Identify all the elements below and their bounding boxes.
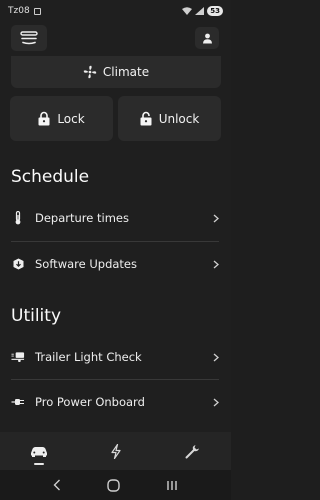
lock-icon <box>38 111 50 126</box>
utility-heading: Utility <box>11 306 62 326</box>
layers-icon <box>20 31 38 45</box>
departure-times-row[interactable]: Departure times <box>11 196 219 240</box>
system-nav-bar <box>0 470 231 500</box>
software-updates-label: Software Updates <box>35 257 137 271</box>
pro-power-onboard-row[interactable]: Pro Power Onboard <box>11 380 219 424</box>
unlock-button[interactable]: Unlock <box>118 96 221 141</box>
home-icon[interactable] <box>107 478 120 492</box>
chevron-right-icon <box>213 260 219 269</box>
lock-label: Lock <box>57 111 85 126</box>
lock-button[interactable]: Lock <box>10 96 113 141</box>
profile-button[interactable] <box>195 27 219 49</box>
service-tab[interactable] <box>154 432 231 470</box>
status-time: Tz08 <box>8 6 30 16</box>
schedule-heading: Schedule <box>11 167 90 187</box>
status-right: 53 <box>182 6 223 16</box>
app-screen: Tz08 53 Climate Lock Unlock Schedule Dep… <box>0 0 231 500</box>
fan-icon <box>83 65 97 79</box>
chevron-right-icon <box>213 398 219 407</box>
wrench-icon <box>185 444 199 458</box>
back-icon[interactable] <box>53 479 61 491</box>
climate-button[interactable]: Climate <box>11 56 221 88</box>
software-updates-row[interactable]: Software Updates <box>11 242 219 286</box>
active-tab-indicator <box>34 463 44 465</box>
climate-label: Climate <box>102 65 150 79</box>
chevron-right-icon <box>213 214 219 223</box>
wifi-icon <box>182 7 193 15</box>
status-bar: Tz08 53 <box>0 0 231 22</box>
signal-icon <box>195 7 205 15</box>
chevron-right-icon <box>213 353 219 362</box>
unlock-icon <box>140 111 152 126</box>
trailer-light-check-label: Trailer Light Check <box>35 350 142 364</box>
person-icon <box>202 33 212 43</box>
departure-times-label: Departure times <box>35 211 129 225</box>
recents-icon[interactable] <box>166 480 178 491</box>
shield-update-icon <box>11 257 25 271</box>
vehicle-menu-button[interactable] <box>11 25 47 51</box>
unlock-label: Unlock <box>158 111 200 126</box>
battery-badge: 53 <box>207 6 223 16</box>
trailer-light-check-row[interactable]: Trailer Light Check <box>11 335 219 379</box>
car-icon <box>30 446 47 457</box>
pro-power-onboard-label: Pro Power Onboard <box>35 395 145 409</box>
lightning-icon <box>110 443 121 459</box>
charge-tab[interactable] <box>77 432 154 470</box>
plug-icon <box>11 395 25 409</box>
notification-icon <box>33 7 41 15</box>
thermometer-icon <box>11 211 25 225</box>
trailer-icon <box>11 350 25 364</box>
